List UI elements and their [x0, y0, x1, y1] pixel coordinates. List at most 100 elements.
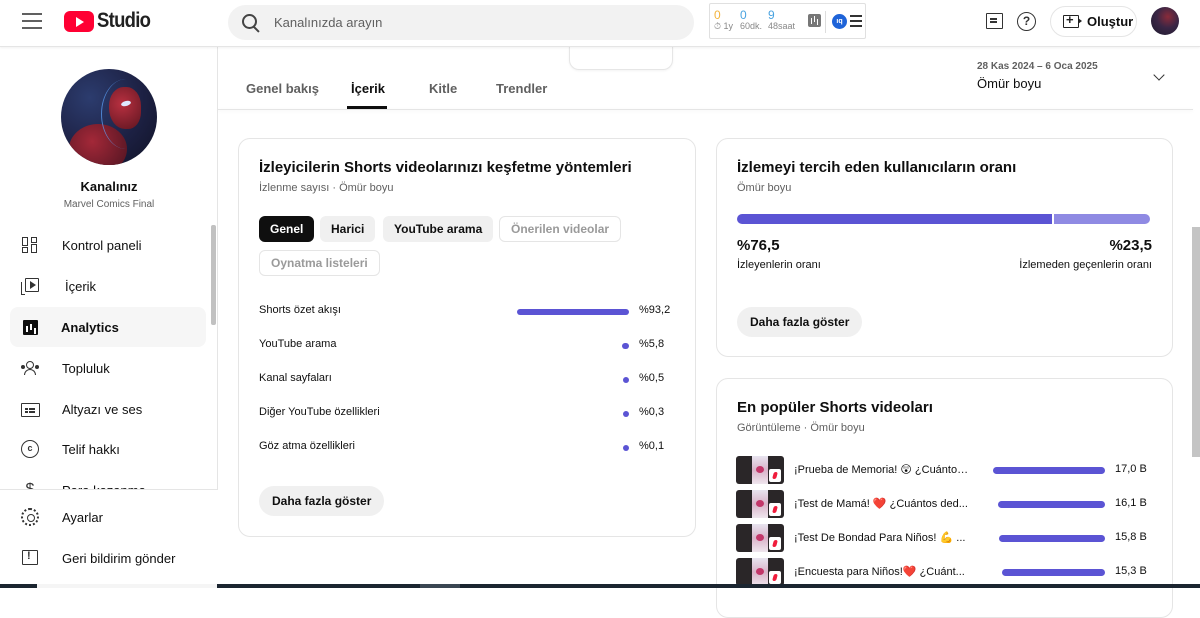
top-short-row[interactable]: ¡Test de Mamá! ❤️ ¿Cuántos ded... 16,1 B: [736, 490, 1156, 518]
dashboard-icon: [21, 236, 39, 254]
sidebar-item-copyright[interactable]: c Telif hakkı: [10, 429, 206, 469]
analytics-icon: [23, 319, 38, 335]
chip-general[interactable]: Genel: [259, 216, 315, 242]
channel-avatar[interactable]: [61, 69, 157, 165]
traffic-source-value: %5,8: [639, 338, 665, 350]
traffic-source-row[interactable]: Diğer YouTube özellikleri %0,3: [259, 404, 669, 424]
card-subtitle: İzlenme sayısı · Ömür boyu: [259, 182, 394, 194]
channel-title: Kanalınız: [80, 179, 138, 194]
swiped-segment: [1053, 214, 1150, 224]
extension-widget[interactable]: 0 ⏱ 1y 0 60dk. 9 48saat ıq: [709, 3, 866, 39]
top-short-row[interactable]: ¡Test De Bondad Para Niños! 💪 ... 15,8 B: [736, 524, 1156, 552]
card-subtitle: Ömür boyu: [737, 182, 792, 194]
video-title[interactable]: ¡Test De Bondad Para Niños! 💪 ...: [794, 531, 969, 544]
traffic-source-row[interactable]: Shorts özet akışı %93,2: [259, 302, 671, 322]
views-bar: [993, 467, 1105, 474]
tab-audience[interactable]: Kitle: [429, 81, 457, 96]
top-bar: Studio 0 ⏱ 1y 0 60dk. 9 48saat ıq ? Oluş…: [0, 0, 1200, 47]
divider: [825, 11, 826, 33]
sidebar-item-analytics[interactable]: Analytics: [10, 307, 206, 347]
tab-content[interactable]: İçerik: [351, 81, 385, 96]
traffic-source-row[interactable]: Kanal sayfaları %0,5: [259, 370, 669, 390]
sidebar-item-feedback[interactable]: Geri bildirim gönder: [10, 538, 206, 578]
video-title[interactable]: ¡Test de Mamá! ❤️ ¿Cuántos ded...: [794, 497, 969, 510]
top-short-row[interactable]: ¡Encuesta para Niños!❤️ ¿Cuánt... 15,3 B: [736, 558, 1156, 586]
search-input[interactable]: [274, 15, 674, 30]
date-range-picker[interactable]: 28 Kas 2024 – 6 Oca 2025 Ömür boyu: [977, 61, 1172, 95]
viewed-ratio-card: İzlemeyi tercih eden kullanıcıların oran…: [716, 138, 1173, 357]
sidebar-item-label: İçerik: [65, 278, 97, 294]
help-icon[interactable]: ?: [1017, 12, 1036, 31]
sidebar-item-settings[interactable]: Ayarlar: [10, 497, 206, 537]
settings-icon: [21, 508, 39, 526]
video-thumbnail[interactable]: [736, 524, 784, 552]
video-title[interactable]: ¡Encuesta para Niños!❤️ ¿Cuánt...: [794, 565, 969, 578]
video-thumbnail[interactable]: [736, 490, 784, 518]
page-scrollbar[interactable]: [1192, 227, 1200, 457]
ext-logo-icon[interactable]: ıq: [832, 14, 847, 29]
traffic-source-bar: [623, 377, 629, 383]
ext-stat-1y: 0 ⏱ 1y: [714, 8, 734, 31]
top-shorts-card: En popüler Shorts videoları Görüntüleme …: [716, 378, 1173, 618]
feedback-icon[interactable]: [984, 11, 1006, 33]
divider: [218, 109, 1193, 110]
tab-overview[interactable]: Genel bakış: [246, 81, 319, 96]
sidebar-scrollbar[interactable]: [211, 225, 216, 325]
video-title[interactable]: ¡Prueba de Memoria! 😲 ¿Cuántos...: [794, 463, 969, 476]
traffic-source-label: Shorts özet akışı: [259, 304, 341, 316]
viewed-label: İzleyenlerin oranı: [737, 259, 821, 271]
viewed-stat: %76,5 İzleyenlerin oranı: [737, 237, 821, 271]
channel-name: Marvel Comics Final: [63, 199, 155, 210]
sidebar-item-community[interactable]: Topluluk: [10, 348, 206, 388]
ext-menu-icon[interactable]: [850, 15, 862, 30]
account-avatar[interactable]: [1151, 7, 1179, 35]
views-value: 17,0 B: [1115, 463, 1147, 475]
feedback-icon: [21, 549, 39, 567]
sidebar-item-subtitles[interactable]: Altyazı ve ses: [10, 389, 206, 429]
traffic-source-bar: [517, 309, 629, 315]
subtitles-icon: [21, 400, 40, 418]
card-title: İzlemeyi tercih eden kullanıcıların oran…: [737, 159, 1017, 176]
views-bar: [997, 501, 1105, 508]
traffic-source-bar: [623, 411, 629, 417]
sidebar-item-content[interactable]: İçerik: [10, 266, 206, 306]
ext-chart-icon[interactable]: [808, 14, 821, 27]
ext-stat-48saat: 9 48saat: [768, 8, 796, 31]
create-button[interactable]: Oluştur: [1050, 6, 1137, 37]
shorts-icon: [769, 469, 781, 482]
menu-icon[interactable]: [22, 13, 42, 29]
tab-trends[interactable]: Trendler: [496, 81, 547, 96]
sidebar-item-label: Analytics: [61, 319, 119, 335]
youtube-logo-icon: [64, 10, 94, 32]
views-value: 16,1 B: [1115, 497, 1147, 509]
swiped-stat: %23,5 İzlemeden geçenlerin oranı: [1019, 237, 1152, 271]
traffic-source-row[interactable]: YouTube arama %5,8: [259, 336, 669, 356]
traffic-source-label: YouTube arama: [259, 338, 337, 350]
sidebar-item-label: Kontrol paneli: [62, 237, 142, 253]
traffic-source-value: %0,1: [639, 440, 665, 452]
date-range-label: Ömür boyu: [977, 76, 1042, 91]
create-label: Oluştur: [1087, 14, 1134, 29]
shorts-icon: [769, 571, 781, 584]
chip-external[interactable]: Harici: [320, 216, 376, 242]
create-video-icon: [1063, 12, 1082, 28]
video-thumbnail[interactable]: [736, 456, 784, 484]
traffic-source-bar: [622, 343, 629, 349]
show-more-button[interactable]: Daha fazla göster: [737, 307, 863, 337]
studio-logo[interactable]: Studio: [64, 9, 158, 33]
sidebar-item-dashboard[interactable]: Kontrol paneli: [10, 225, 206, 265]
sidebar-item-label: Altyazı ve ses: [62, 401, 143, 417]
traffic-source-row[interactable]: Göz atma özellikleri %0,1: [259, 438, 669, 458]
swiped-label: İzlemeden geçenlerin oranı: [1019, 259, 1152, 271]
community-icon: [21, 359, 39, 377]
content-icon: [21, 278, 39, 295]
search-bar[interactable]: [228, 5, 694, 40]
traffic-source-value: %93,2: [639, 304, 671, 316]
video-thumbnail[interactable]: [736, 558, 784, 586]
chip-youtube-search[interactable]: YouTube arama: [383, 216, 494, 242]
show-more-button[interactable]: Daha fazla göster: [259, 486, 385, 516]
date-range: 28 Kas 2024 – 6 Oca 2025: [977, 61, 1098, 72]
card-title: En popüler Shorts videoları: [737, 399, 933, 416]
top-short-row[interactable]: ¡Prueba de Memoria! 😲 ¿Cuántos... 17,0 B: [736, 456, 1156, 484]
search-icon[interactable]: [242, 13, 260, 32]
